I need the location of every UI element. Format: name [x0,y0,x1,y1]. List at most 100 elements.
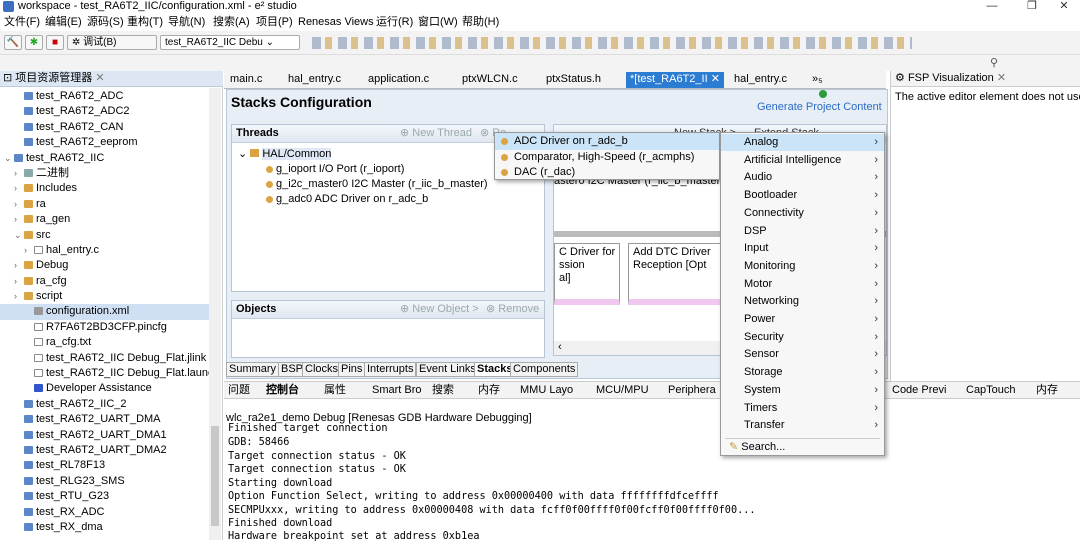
tab-code-preview[interactable]: Code Previ [892,384,946,398]
tree-item[interactable]: test_RA6T2_IIC_2 [0,397,210,412]
menu-refactor[interactable]: 重构(T) [127,15,163,30]
menu-navigate[interactable]: 导航(N) [168,15,205,30]
category-item-artificial-intelligence[interactable]: Artificial Intelligence › [721,152,884,169]
category-item-power[interactable]: Power › [721,311,884,328]
tab-overflow[interactable]: »₅ [812,72,823,88]
tree-item[interactable]: R7FA6T2BD3CFP.pincfg [0,320,210,335]
menu-help[interactable]: 帮助(H) [462,15,499,30]
menu-edit[interactable]: 编辑(E) [45,15,82,30]
category-item-audio[interactable]: Audio › [721,169,884,186]
tree-item[interactable]: ra_cfg.txt [0,335,210,350]
thread-item[interactable]: g_adc0 ADC Driver on r_adc_b [266,192,428,207]
tab-clocks[interactable]: Clocks [302,362,342,377]
tree-item[interactable]: test_RTU_G23 [0,489,210,504]
tab-smart-browser[interactable]: Smart Bro [372,384,422,398]
tree-item[interactable]: ⌄ test_RA6T2_IIC [0,151,210,166]
tab-summary[interactable]: Summary [226,362,280,377]
tree-item[interactable]: › script [0,289,210,304]
menu-item-search[interactable]: ✎ Search... [721,439,884,456]
category-item-bootloader[interactable]: Bootloader › [721,187,884,204]
chevron-right-icon[interactable]: › [24,243,34,258]
tree-item[interactable]: test_RX_dma [0,520,210,535]
close-icon[interactable]: ✕ [95,72,104,84]
category-item-input[interactable]: Input › [721,240,884,257]
tree-item[interactable]: › ra [0,197,210,212]
hammer-icon[interactable]: 🔨 [4,35,22,50]
menu-item-dac[interactable]: DAC (r_dac) [495,164,719,181]
tree-item[interactable]: › ra_gen [0,212,210,227]
debug-icon[interactable]: ✱ [25,35,43,50]
generate-icon[interactable] [819,90,827,98]
scroll-left-icon[interactable]: ‹ [558,341,562,353]
tab-components[interactable]: Components [510,362,579,377]
thread-item[interactable]: g_i2c_master0 I2C Master (r_iic_b_master… [266,177,488,192]
category-item-motor[interactable]: Motor › [721,276,884,293]
generate-project-content-link[interactable]: Generate Project Content [757,101,882,113]
chevron-right-icon[interactable]: › [14,181,24,196]
remove-object-button[interactable]: ⊗ Remove [486,301,539,318]
tree-item[interactable]: › hal_entry.c [0,243,210,258]
tree-item[interactable]: test_RA6T2_ADC [0,89,210,104]
search-icon[interactable]: ⚲ [990,56,998,69]
menu-file[interactable]: 文件(F) [4,15,40,30]
category-item-dsp[interactable]: DSP › [721,223,884,240]
tree-item[interactable]: test_RA6T2_UART_DMA2 [0,443,210,458]
tab-properties[interactable]: 属性 [324,384,346,398]
tree-item[interactable]: test_RA6T2_IIC Debug_Flat.launch [0,366,220,381]
tree-item[interactable]: test_RA6T2_eeprom [0,135,210,150]
explorer-scrollbar[interactable] [209,88,221,540]
tree-item[interactable]: test_RA6T2_IIC Debug_Flat.jlink [0,351,210,366]
tree-item[interactable]: test_RA6T2_CAN [0,120,210,135]
tree-item[interactable]: Developer Assistance [0,381,210,396]
tree-item[interactable]: test_RA6T2_UART_DMA1 [0,428,210,443]
category-item-transfer[interactable]: Transfer › [721,417,884,434]
tab-application-c[interactable]: application.c [368,72,429,88]
tab-hal-entry-c-2[interactable]: hal_entry.c [734,72,787,88]
minimize-button[interactable]: — [972,0,1012,14]
launch-config-select[interactable]: test_RA6T2_IIC Debu ⌄ [160,35,300,50]
hal-common-node[interactable]: ⌄ HAL/Common [238,147,332,162]
tree-item[interactable]: test_RX_ADC [0,505,210,520]
tab-peripheral[interactable]: Periphera [668,384,716,398]
category-item-analog[interactable]: Analog › [721,134,884,151]
category-item-storage[interactable]: Storage › [721,364,884,381]
category-item-sensor[interactable]: Sensor › [721,346,884,363]
toolbar-icons[interactable] [312,37,912,49]
tab-hal-entry-c[interactable]: hal_entry.c [288,72,341,88]
tab-memory-2[interactable]: 内存 [1036,384,1058,398]
stack-box-partial[interactable]: C Driver for ssion al] [554,243,620,305]
tab-interrupts[interactable]: Interrupts [364,362,417,377]
menu-source[interactable]: 源码(S) [87,15,124,30]
new-thread-button[interactable]: ⊕ New Thread [400,125,472,142]
tab-captouch[interactable]: CapTouch [966,384,1016,398]
chevron-right-icon[interactable]: › [14,258,24,273]
tab-problems[interactable]: 问题 [228,384,250,398]
chevron-right-icon[interactable]: › [14,197,24,212]
tab-pins[interactable]: Pins [338,362,366,377]
thread-item[interactable]: g_ioport I/O Port (r_ioport) [266,162,404,177]
tree-item[interactable]: › 二进制 [0,166,210,181]
category-item-timers[interactable]: Timers › [721,400,884,417]
tab-memory[interactable]: 内存 [478,384,500,398]
close-button[interactable]: ✕ [1044,0,1080,14]
tab-ptxwlcn-c[interactable]: ptxWLCN.c [462,72,518,88]
category-item-networking[interactable]: Networking › [721,293,884,310]
close-icon[interactable]: ✕ [997,72,1006,84]
launch-mode-select[interactable]: ✲ 调试(B) [67,35,157,50]
tree-item[interactable]: configuration.xml [0,304,210,320]
tab-main-c[interactable]: main.c [230,72,262,88]
tab-search[interactable]: 搜索 [432,384,454,398]
scrollbar-thumb[interactable] [211,426,219,526]
menu-search[interactable]: 搜索(A) [213,15,250,30]
tab-console[interactable]: 控制台 [266,384,299,398]
tree-item[interactable]: › ra_cfg [0,274,210,289]
tab-event-links[interactable]: Event Links [416,362,479,377]
chevron-down-icon[interactable]: ⌄ [4,151,14,166]
chevron-right-icon[interactable]: › [14,212,24,227]
tab-ptxstatus-h[interactable]: ptxStatus.h [546,72,601,88]
chevron-down-icon[interactable]: ⌄ [14,228,24,243]
add-dtc-driver-box[interactable]: Add DTC Driver Reception [Opt [628,243,724,305]
tab-mmu-layout[interactable]: MMU Layo [520,384,573,398]
menu-renesas-views[interactable]: Renesas Views [298,15,374,30]
category-item-security[interactable]: Security › [721,329,884,346]
